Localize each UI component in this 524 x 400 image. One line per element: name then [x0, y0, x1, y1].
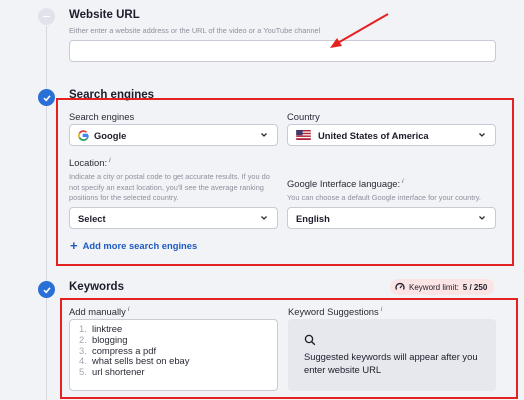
- annotation-arrow-icon: [330, 13, 389, 48]
- keyword-limit-badge: Keyword limit: 5 / 250: [390, 279, 495, 295]
- annotation-highlight-box: [56, 98, 514, 266]
- step-complete-icon: [38, 89, 55, 106]
- gauge-icon: [395, 282, 405, 290]
- website-url-input[interactable]: [69, 40, 496, 62]
- step-pending-icon: [38, 8, 55, 25]
- keyword-limit-label: Keyword limit:: [409, 282, 459, 292]
- annotation-highlight-box: [60, 298, 518, 399]
- step-complete-icon: [38, 281, 55, 298]
- keyword-limit-value: 5 / 250: [462, 282, 488, 292]
- step-timeline: [46, 26, 47, 400]
- website-url-title: Website URL: [69, 9, 140, 21]
- website-url-hint: Either enter a website address or the UR…: [69, 26, 321, 35]
- keywords-title: Keywords: [69, 281, 124, 293]
